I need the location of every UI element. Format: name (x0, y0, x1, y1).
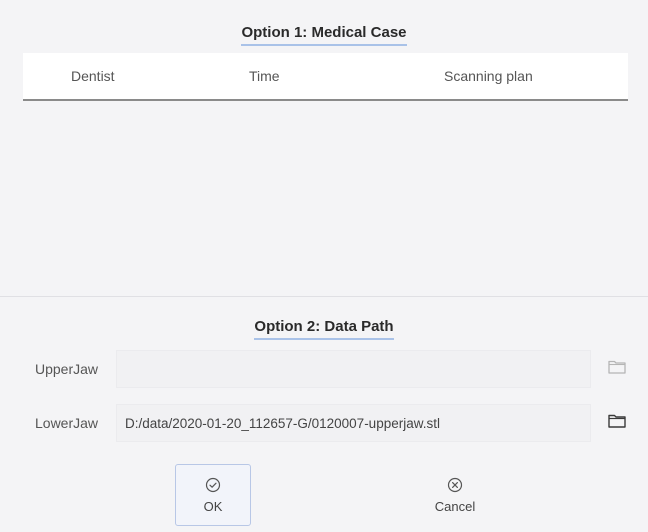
option2-title-text: Option 2: Data Path (254, 318, 394, 340)
cancel-button-label: Cancel (434, 498, 476, 514)
column-header-scanning-plan[interactable]: Scanning plan (444, 53, 533, 99)
folder-icon (608, 359, 626, 379)
column-header-dentist[interactable]: Dentist (71, 53, 115, 99)
column-header-time[interactable]: Time (249, 53, 280, 99)
upper-jaw-label: UpperJaw (35, 361, 99, 377)
upper-jaw-path-input[interactable] (116, 350, 591, 388)
section-divider (0, 296, 648, 297)
ok-button[interactable]: OK (175, 464, 251, 526)
lower-jaw-browse-button[interactable] (606, 412, 628, 434)
ok-button-label: OK (203, 498, 223, 514)
medical-case-table-header: Dentist Time Scanning plan (23, 53, 628, 101)
option2-title: Option 2: Data Path (0, 318, 648, 340)
medical-case-table-body[interactable] (23, 101, 628, 295)
check-circle-icon (205, 477, 221, 495)
lower-jaw-path-input[interactable] (116, 404, 591, 442)
folder-icon (608, 413, 626, 433)
option1-title: Option 1: Medical Case (0, 24, 648, 46)
cancel-button[interactable]: Cancel (417, 464, 493, 526)
upper-jaw-browse-button[interactable] (606, 358, 628, 380)
option1-title-text: Option 1: Medical Case (241, 24, 407, 46)
x-circle-icon (447, 477, 463, 495)
lower-jaw-label: LowerJaw (35, 415, 99, 431)
